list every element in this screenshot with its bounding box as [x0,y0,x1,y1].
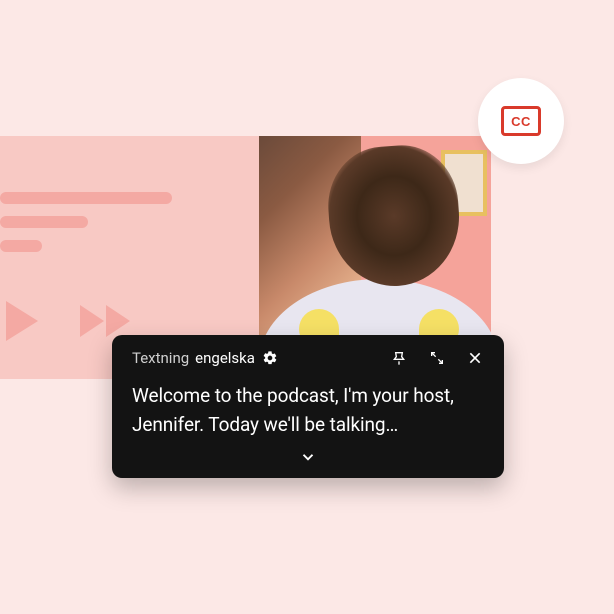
caption-title: Textning engelska [132,349,279,367]
caption-text: Welcome to the podcast, I'm your host, J… [132,381,484,440]
gear-icon [262,350,278,366]
cc-icon: CC [501,106,541,136]
waveform-bar [0,216,88,228]
fast-forward-button[interactable] [80,305,130,337]
play-button[interactable] [6,301,38,341]
close-icon [467,350,483,366]
expand-button[interactable] [428,349,446,367]
wall-frame-decor [441,150,487,216]
chevron-down-icon [299,448,317,466]
pin-icon [391,350,407,366]
caption-language: engelska [195,349,255,367]
waveform [0,192,172,264]
pin-button[interactable] [390,349,408,367]
caption-label: Textning [132,349,189,367]
waveform-bar [0,192,172,204]
caption-header: Textning engelska [132,349,484,367]
expand-down-button[interactable] [299,448,317,466]
waveform-bar [0,240,42,252]
caption-expand-row [132,448,484,466]
captions-badge[interactable]: CC [478,78,564,164]
settings-button[interactable] [261,349,279,367]
expand-icon [429,350,445,366]
player-controls [6,301,130,341]
caption-actions [390,349,484,367]
close-button[interactable] [466,349,484,367]
fast-forward-icon [80,305,104,337]
live-caption-panel: Textning engelska Welcome to the podcast… [112,335,504,478]
fast-forward-icon [106,305,130,337]
